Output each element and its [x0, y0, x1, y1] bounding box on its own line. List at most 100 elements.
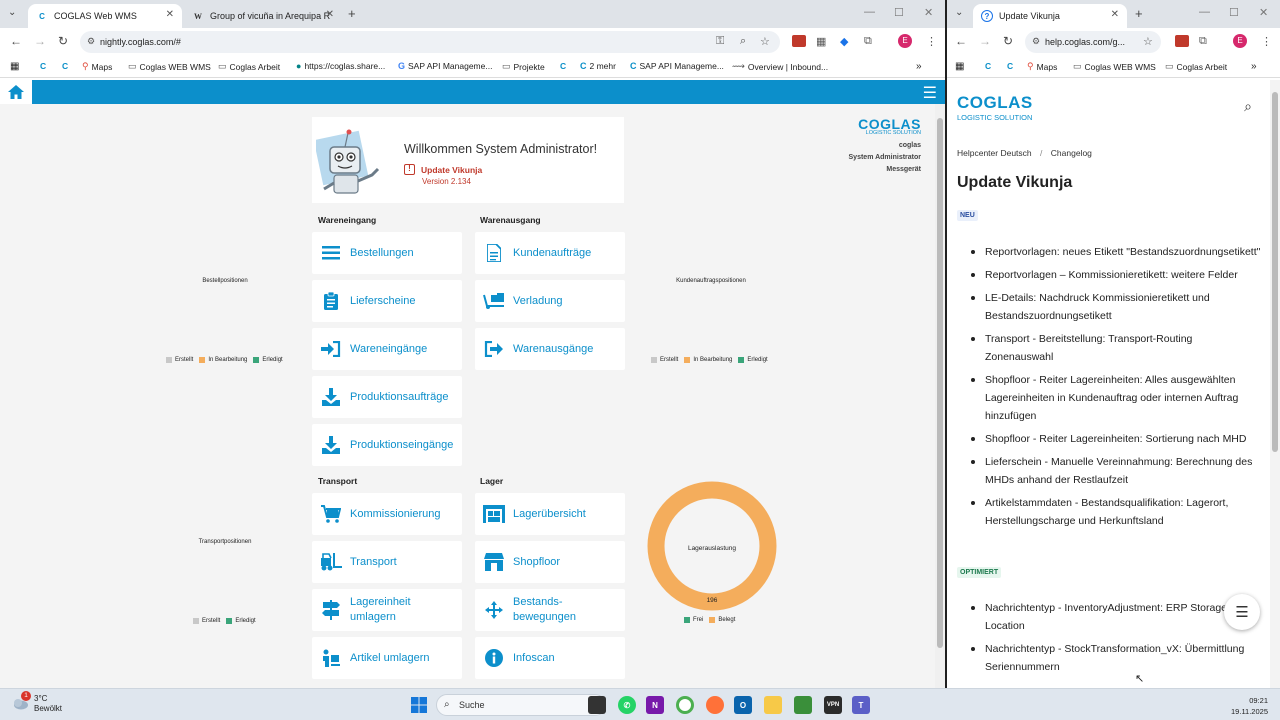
close-tab-icon[interactable]: ✕ [326, 9, 334, 20]
bookmark-coglas-arbeit[interactable]: ▭ Coglas Arbeit [218, 61, 280, 72]
apps-grid-icon[interactable]: ▦ [955, 61, 964, 72]
zoom-icon[interactable]: ⌕ [740, 35, 746, 48]
forward-icon[interactable]: → [979, 34, 991, 48]
close-window-icon[interactable]: ✕ [924, 6, 933, 19]
bookmark-maps[interactable]: ⚲ Maps [82, 61, 112, 72]
bookmark-coglas-web-wms[interactable]: ▭ Coglas WEB WMS [128, 61, 211, 72]
onenote-icon[interactable]: N [646, 696, 664, 714]
new-tab-button[interactable]: + [1135, 6, 1143, 21]
firefox-icon[interactable] [706, 696, 724, 714]
tab-update-vikunja[interactable]: ? Update Vikunja ✕ [973, 4, 1127, 28]
close-tab-icon[interactable]: ✕ [1111, 9, 1119, 20]
card-lieferscheine[interactable]: Lieferscheine [312, 280, 462, 322]
card-produktionseingaenge[interactable]: Produktionseingänge [312, 424, 462, 466]
maximize-icon[interactable]: ☐ [894, 6, 904, 19]
file-explorer-icon[interactable] [764, 696, 782, 714]
bookmark-sharepoint[interactable]: ● https://coglas.share... [296, 61, 385, 71]
address-bar[interactable]: ⚙ help.coglas.com/g... ☆ [1025, 31, 1161, 53]
profile-avatar-icon[interactable]: E [898, 34, 912, 48]
bookmark-star-icon[interactable]: ☆ [1143, 35, 1153, 48]
bookmark-maps[interactable]: ⚲ Maps [1027, 61, 1057, 72]
bookmark-star-icon[interactable]: ☆ [760, 35, 770, 48]
reload-icon[interactable]: ↻ [1003, 34, 1013, 48]
scrollbar-thumb[interactable] [1272, 92, 1278, 452]
card-verladung[interactable]: Verladung [475, 280, 625, 322]
card-produktionsauftraege[interactable]: Produktionsaufträge [312, 376, 462, 418]
windows-start-icon[interactable] [410, 696, 428, 714]
bookmark-sap-api-1[interactable]: G SAP API Manageme... [398, 61, 492, 71]
breadcrumb-changelog[interactable]: Changelog [1051, 148, 1092, 158]
password-key-icon[interactable]: ⚿ [716, 35, 724, 48]
close-tab-icon[interactable]: ✕ [166, 9, 174, 20]
extension-store-icon[interactable]: ▦ [816, 35, 826, 48]
app-icon[interactable] [794, 696, 812, 714]
bookmark-coglas-arbeit[interactable]: ▭ Coglas Arbeit [1165, 61, 1227, 72]
back-icon[interactable]: ← [955, 34, 967, 48]
extensions-puzzle-icon[interactable]: ⧉ [1199, 35, 1207, 48]
new-tab-button[interactable]: + [348, 6, 356, 21]
card-lagereinheit-umlagern[interactable]: Lagereinheit umlagern [312, 589, 462, 631]
extensions-puzzle-icon[interactable]: ⧉ [864, 35, 872, 48]
system-clock[interactable]: 09:21 19.11.2025 [1231, 695, 1268, 717]
reload-icon[interactable]: ↻ [58, 34, 68, 48]
bookmark-projekte[interactable]: ▭ Projekte [502, 61, 545, 72]
coglas-logo[interactable]: COGLAS LOGISTIC SOLUTION [957, 93, 1033, 122]
bookmark-coglas-icon[interactable]: C [985, 61, 991, 71]
card-kommissionierung[interactable]: Kommissionierung [312, 493, 462, 535]
task-view-icon[interactable] [588, 696, 606, 714]
card-warenausgaenge[interactable]: Warenausgänge [475, 328, 625, 370]
site-info-icon[interactable]: ⚙ [1032, 36, 1040, 47]
tab-vicuna[interactable]: W Group of vicuña in Arequipa Re ✕ [184, 4, 342, 28]
minimize-icon[interactable]: — [864, 6, 875, 18]
minimize-icon[interactable]: — [1199, 6, 1210, 18]
card-transport[interactable]: Transport [312, 541, 462, 583]
bookmark-coglas-icon[interactable]: C [1007, 61, 1013, 71]
card-wareneingaenge[interactable]: Wareneingänge [312, 328, 462, 370]
chrome-icon[interactable] [676, 696, 694, 714]
card-artikel-umlagern[interactable]: Artikel umlagern [312, 637, 462, 679]
card-infoscan[interactable]: Infoscan [475, 637, 625, 679]
card-bestandsbewegungen[interactable]: Bestands-bewegungen [475, 589, 625, 631]
bookmark-coglas-icon[interactable]: C [560, 61, 566, 71]
whatsapp-icon[interactable]: ✆ [618, 696, 636, 714]
address-bar[interactable]: ⚙ nightly.coglas.com/# ⚿ ⌕ ☆ [80, 31, 780, 53]
menu-kebab-icon[interactable]: ⋮ [926, 35, 937, 48]
extension-diamond-icon[interactable]: ◆ [840, 35, 848, 48]
scrollbar-thumb[interactable] [937, 118, 943, 648]
card-kundenauftraege[interactable]: Kundenaufträge [475, 232, 625, 274]
back-icon[interactable]: ← [10, 34, 22, 48]
forward-icon[interactable]: → [34, 34, 46, 48]
maximize-icon[interactable]: ☐ [1229, 6, 1239, 19]
menu-kebab-icon[interactable]: ⋮ [1261, 35, 1272, 48]
bookmark-sap-api-2[interactable]: C SAP API Manageme... [630, 61, 724, 71]
teams-icon[interactable]: T [852, 696, 870, 714]
card-lageruebersicht[interactable]: Lagerübersicht [475, 493, 625, 535]
update-vikunja-link[interactable]: ! Update Vikunja [404, 164, 482, 175]
bookmark-coglas-web-wms[interactable]: ▭ Coglas WEB WMS [1073, 61, 1156, 72]
home-button[interactable] [0, 80, 32, 104]
site-info-icon[interactable]: ⚙ [87, 36, 95, 47]
tab-list-button[interactable]: ⌄ [955, 7, 963, 18]
profile-avatar-icon[interactable]: E [1233, 34, 1247, 48]
bookmarks-overflow-icon[interactable]: » [916, 61, 922, 72]
bookmark-overview-inbound[interactable]: ⟿ Overview | Inbound... [732, 61, 828, 72]
tab-list-button[interactable]: ⌄ [8, 7, 16, 18]
toc-menu-button[interactable]: ☰ [1224, 594, 1260, 630]
apps-grid-icon[interactable]: ▦ [10, 61, 19, 72]
taskbar-search[interactable]: ⌕ Suche [436, 694, 606, 716]
extension-red-icon[interactable] [1175, 35, 1189, 47]
page-scrollbar[interactable] [1270, 80, 1280, 688]
tab-coglas-wms[interactable]: C COGLAS Web WMS ✕ [28, 4, 182, 28]
search-icon[interactable]: ⌕ [1244, 98, 1252, 115]
page-scrollbar[interactable] [935, 104, 945, 688]
vpn-icon[interactable]: VPN [824, 696, 842, 714]
hamburger-menu-icon[interactable]: ☰ [923, 83, 937, 103]
breadcrumb-helpcenter[interactable]: Helpcenter Deutsch [957, 148, 1032, 158]
close-window-icon[interactable]: ✕ [1259, 6, 1268, 19]
card-shopfloor[interactable]: Shopfloor [475, 541, 625, 583]
bookmark-coglas-icon[interactable]: C [62, 61, 68, 71]
extension-red-icon[interactable] [792, 35, 806, 47]
outlook-icon[interactable]: O [734, 696, 752, 714]
bookmark-2-mehr[interactable]: C2 mehr [580, 61, 616, 71]
bookmark-coglas-icon[interactable]: C [40, 61, 46, 71]
